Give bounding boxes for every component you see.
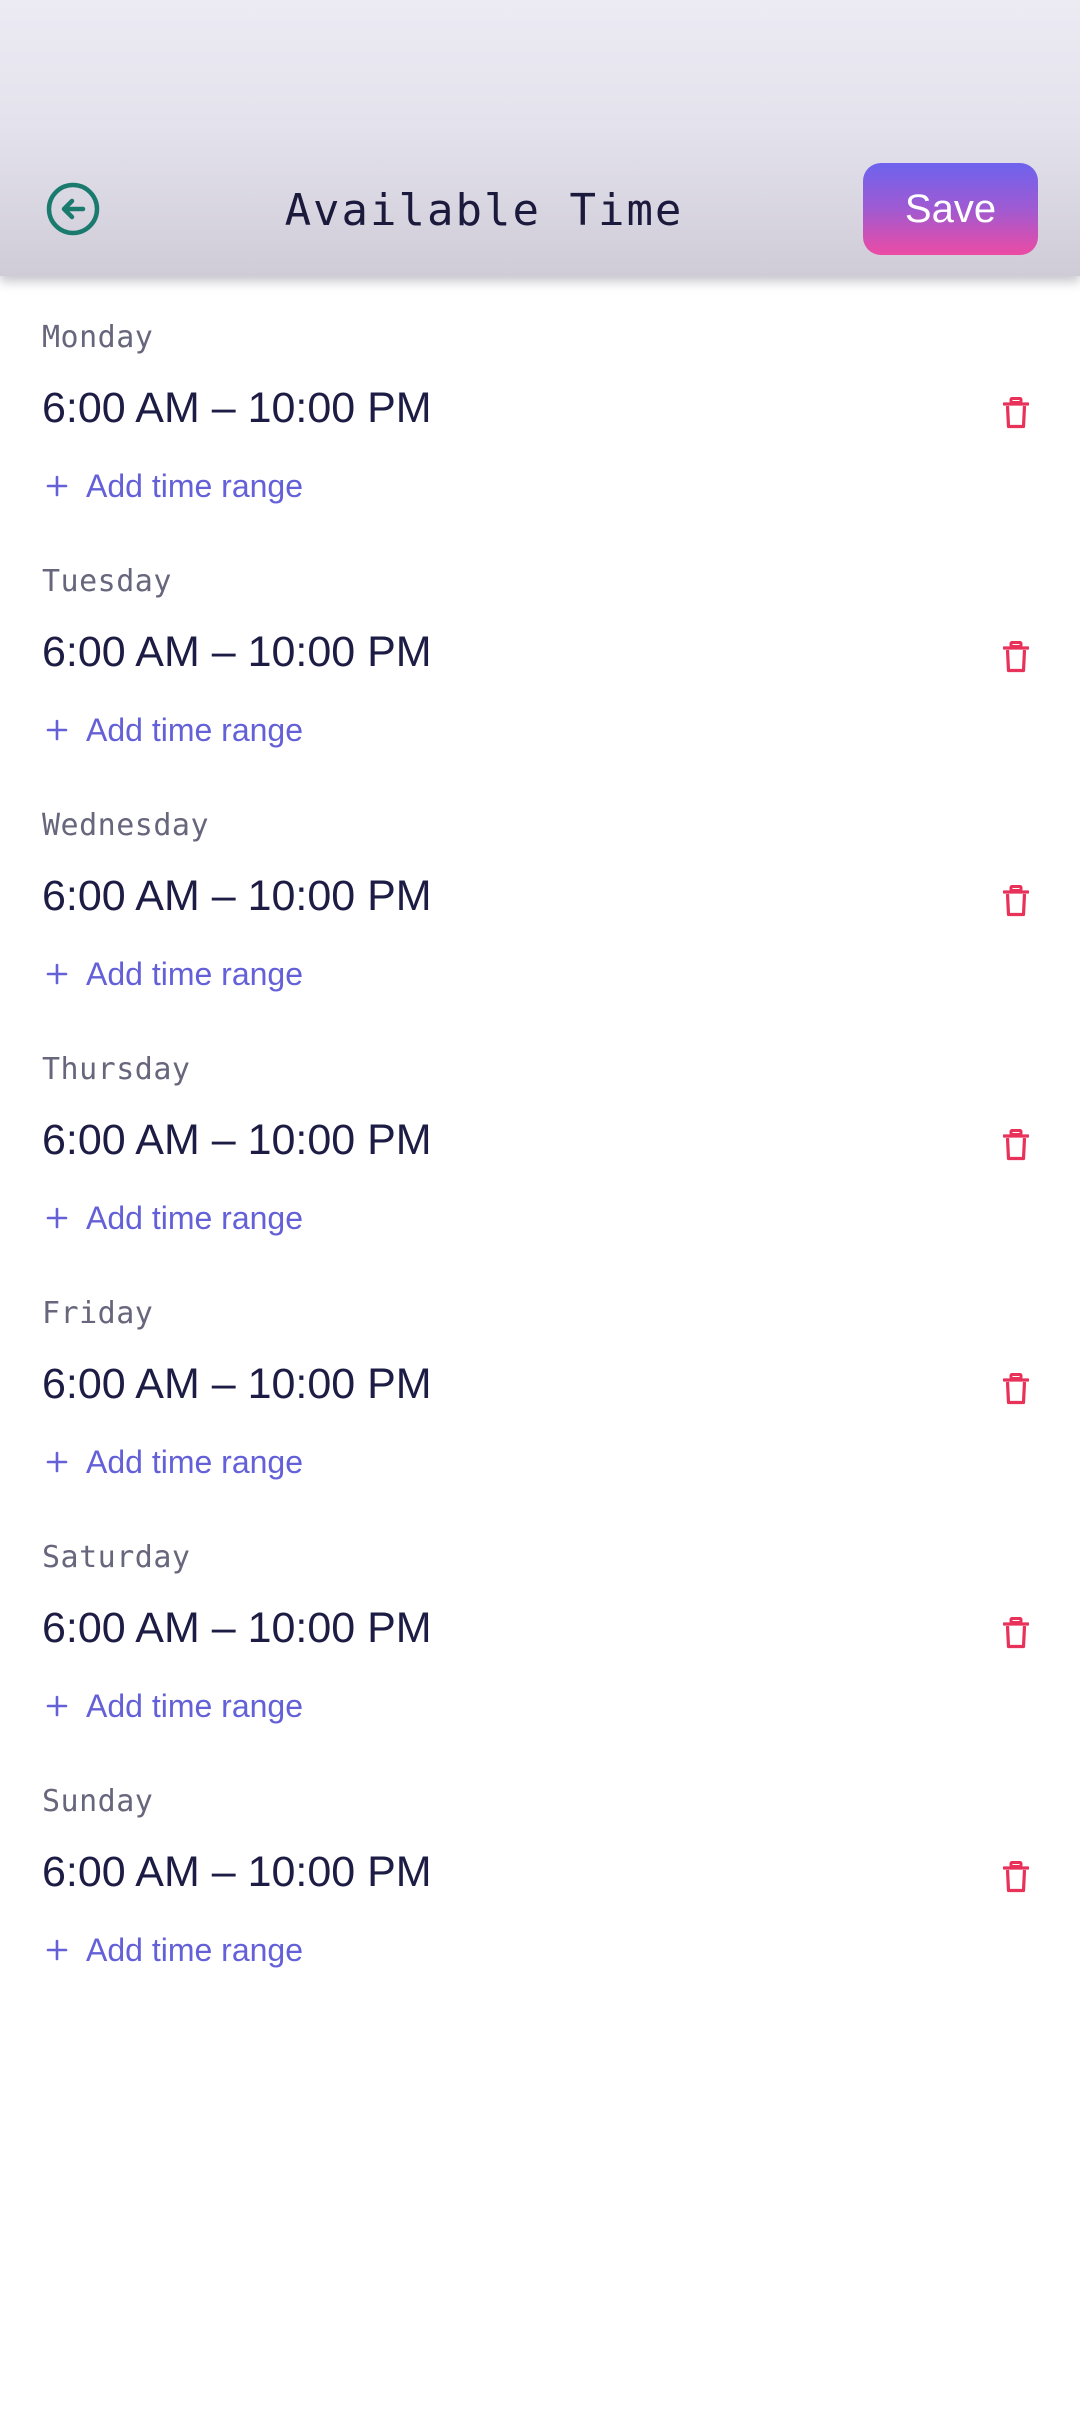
add-time-range-button[interactable]: Add time range [44,1686,303,1726]
day-section-sunday: Sunday 6:00 AM – 10:00 PM Add time range [0,1740,1080,1984]
day-section-tuesday: Tuesday 6:00 AM – 10:00 PM Add time rang… [0,520,1080,764]
time-range[interactable]: 6:00 AM – 10:00 PM [42,868,432,924]
plus-icon [44,473,70,499]
trash-icon [1003,1617,1029,1649]
time-range[interactable]: 6:00 AM – 10:00 PM [42,380,432,436]
day-label: Monday [42,320,154,355]
add-time-range-button[interactable]: Add time range [44,1198,303,1238]
add-time-range-button[interactable]: Add time range [44,954,303,994]
trash-icon [1003,885,1029,917]
delete-button[interactable] [998,1613,1034,1653]
trash-icon [1003,1861,1029,1893]
back-button[interactable] [40,176,106,242]
day-section-friday: Friday 6:00 AM – 10:00 PM Add time range [0,1252,1080,1496]
add-time-range-button[interactable]: Add time range [44,1930,303,1970]
delete-button[interactable] [998,881,1034,921]
day-section-thursday: Thursday 6:00 AM – 10:00 PM Add time ran… [0,1008,1080,1252]
add-time-range-label: Add time range [86,1200,304,1236]
add-time-range-label: Add time range [86,1444,304,1480]
delete-button[interactable] [998,393,1034,433]
add-time-range-label: Add time range [86,712,304,748]
add-time-range-button[interactable]: Add time range [44,1442,303,1482]
day-list: Monday 6:00 AM – 10:00 PM Add time range… [0,276,1080,1984]
day-section-saturday: Saturday 6:00 AM – 10:00 PM Add time ran… [0,1496,1080,1740]
plus-icon [44,717,70,743]
plus-icon [44,1205,70,1231]
add-time-range-button[interactable]: Add time range [44,466,303,506]
day-label: Saturday [42,1540,191,1575]
trash-icon [1003,641,1029,673]
arrow-left-circle-icon [46,182,100,236]
page-title: Available Time [284,185,684,236]
day-section-monday: Monday 6:00 AM – 10:00 PM Add time range [0,276,1080,520]
app-header: Available Time Save [0,0,1080,276]
time-range[interactable]: 6:00 AM – 10:00 PM [42,1844,432,1900]
add-time-range-label: Add time range [86,1688,304,1724]
time-range[interactable]: 6:00 AM – 10:00 PM [42,1356,432,1412]
time-range[interactable]: 6:00 AM – 10:00 PM [42,1600,432,1656]
time-range[interactable]: 6:00 AM – 10:00 PM [42,624,432,680]
add-time-range-button[interactable]: Add time range [44,710,303,750]
day-label: Tuesday [42,564,172,599]
day-label: Friday [42,1296,154,1331]
plus-icon [44,1693,70,1719]
add-time-range-label: Add time range [86,1932,304,1968]
add-time-range-label: Add time range [86,468,304,504]
day-label: Sunday [42,1784,154,1819]
save-button[interactable]: Save [863,163,1038,255]
day-section-wednesday: Wednesday 6:00 AM – 10:00 PM Add time ra… [0,764,1080,1008]
trash-icon [1003,1373,1029,1405]
delete-button[interactable] [998,1369,1034,1409]
trash-icon [1003,397,1029,429]
plus-icon [44,1937,70,1963]
plus-icon [44,1449,70,1475]
trash-icon [1003,1129,1029,1161]
add-time-range-label: Add time range [86,956,304,992]
delete-button[interactable] [998,637,1034,677]
day-label: Wednesday [42,808,210,843]
time-range[interactable]: 6:00 AM – 10:00 PM [42,1112,432,1168]
delete-button[interactable] [998,1857,1034,1897]
plus-icon [44,961,70,987]
day-label: Thursday [42,1052,191,1087]
delete-button[interactable] [998,1125,1034,1165]
